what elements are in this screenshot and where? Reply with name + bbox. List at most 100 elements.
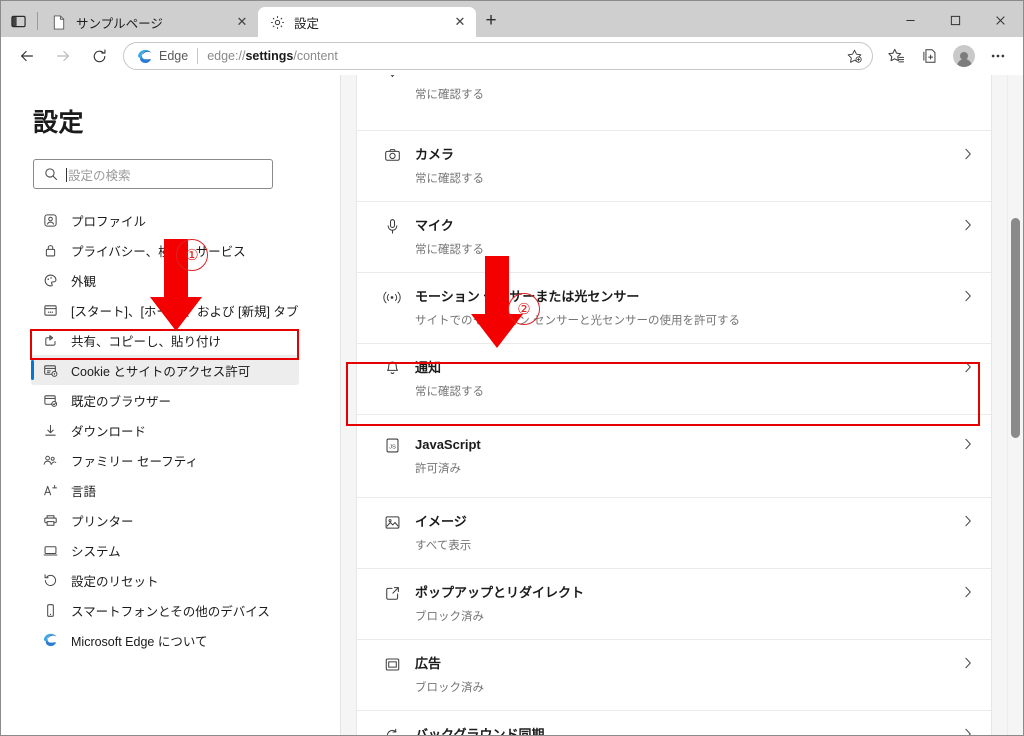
refresh-icon[interactable] <box>81 40 117 72</box>
permission-row-text: モーション センサーまたは光センサー サイトでのモーション センサーと光センサー… <box>405 287 961 329</box>
close-icon[interactable]: ✕ <box>450 12 470 32</box>
sidebar-item-family-safety[interactable]: ファミリー セーフティ <box>31 445 299 475</box>
permission-row-title: ポップアップとリダイレクト <box>415 585 585 600</box>
share-icon <box>39 330 61 350</box>
permission-row-motion-sensor[interactable]: モーション センサーまたは光センサー サイトでのモーション センサーと光センサー… <box>357 273 991 344</box>
edge-brand-label: Edge <box>159 49 189 63</box>
close-icon[interactable] <box>978 5 1023 35</box>
chevron-right-icon[interactable] <box>961 583 975 599</box>
sidebar-item-label: Microsoft Edge について <box>71 634 208 649</box>
url-text: edge://settings/content <box>207 49 842 63</box>
javascript-icon: JS <box>379 435 405 454</box>
close-icon[interactable]: ✕ <box>232 12 252 32</box>
chevron-right-icon[interactable] <box>961 358 975 374</box>
scrollbar-thumb[interactable] <box>1011 218 1020 438</box>
permission-row-title: 広告 <box>415 656 442 671</box>
settings-sidebar: 設定 設定の検索 プロファイル プライバシー、検索、サービス 外観 [スタート]… <box>1 75 341 735</box>
url-suffix: /content <box>293 49 338 63</box>
sidebar-item-system[interactable]: システム <box>31 535 299 565</box>
sidebar-item-label: 言語 <box>71 484 97 499</box>
chevron-right-icon[interactable] <box>961 435 975 451</box>
tab-sample-page[interactable]: サンプルページ ✕ <box>40 7 258 37</box>
gear-icon <box>268 13 286 31</box>
permission-row-status: ブロック済み <box>415 682 484 694</box>
maximize-icon[interactable] <box>933 5 978 35</box>
permission-row-location[interactable]: 常に確認する <box>357 75 991 131</box>
avatar <box>953 45 975 67</box>
permission-row-popups-redirects[interactable]: ポップアップとリダイレクト ブロック済み <box>357 569 991 640</box>
permission-row-microphone[interactable]: マイク 常に確認する <box>357 202 991 273</box>
new-tab-button[interactable]: + <box>476 7 506 35</box>
permission-row-title: カメラ <box>415 147 455 162</box>
permission-row-status: ブロック済み <box>415 611 484 623</box>
chevron-right-icon[interactable] <box>961 216 975 232</box>
permission-row-camera[interactable]: カメラ 常に確認する <box>357 131 991 202</box>
url-prefix: edge:// <box>207 49 246 63</box>
cookie-permissions-icon <box>39 360 61 380</box>
permission-row-status: すべて表示 <box>415 540 472 552</box>
forward-icon[interactable] <box>45 40 81 72</box>
tab-title: サンプルページ <box>76 16 163 31</box>
tab-settings[interactable]: 設定 ✕ <box>258 7 476 37</box>
collections-icon[interactable] <box>913 40 947 72</box>
permission-list: 常に確認する カメラ 常に確認する マイク 常に確認する モーション センサーま… <box>356 75 992 735</box>
search-placeholder: 設定の検索 <box>66 165 131 184</box>
sidebar-item-label: 設定のリセット <box>71 574 159 589</box>
image-icon <box>379 512 405 531</box>
vertical-scrollbar[interactable] <box>1007 75 1023 735</box>
permission-row-status: サイトでのモーション センサーと光センサーの使用を許可する <box>415 315 740 327</box>
window-icon <box>39 300 61 320</box>
language-icon <box>39 480 61 500</box>
permission-row-status: 許可済み <box>415 463 461 475</box>
minimize-icon[interactable] <box>888 5 933 35</box>
chevron-right-icon[interactable] <box>961 654 975 670</box>
chevron-right-icon[interactable] <box>961 287 975 303</box>
favorites-icon[interactable] <box>879 40 913 72</box>
sidebar-item-reset-settings[interactable]: 設定のリセット <box>31 565 299 595</box>
phone-icon <box>39 600 61 620</box>
permission-row-images[interactable]: イメージ すべて表示 <box>357 498 991 569</box>
edge-icon <box>39 630 61 650</box>
address-bar[interactable]: Edge edge://settings/content <box>123 42 873 70</box>
search-input[interactable]: 設定の検索 <box>33 159 273 189</box>
ads-icon <box>379 654 405 673</box>
tab-title: 設定 <box>294 16 320 31</box>
palette-icon <box>39 270 61 290</box>
sidebar-item-languages[interactable]: 言語 <box>31 475 299 505</box>
chevron-right-icon[interactable] <box>961 145 975 161</box>
chevron-right-icon[interactable] <box>961 725 975 735</box>
sync-icon <box>379 725 405 735</box>
sidebar-item-profile[interactable]: プロファイル <box>31 205 299 235</box>
tab-actions-button[interactable] <box>1 5 35 37</box>
sidebar-item-printers[interactable]: プリンター <box>31 505 299 535</box>
settings-and-more-icon[interactable] <box>981 40 1015 72</box>
sidebar-item-cookies-site-permissions[interactable]: Cookie とサイトのアクセス許可 <box>31 355 299 385</box>
page-icon <box>50 13 68 31</box>
sidebar-item-label: 既定のブラウザー <box>71 394 172 409</box>
sidebar-item-downloads[interactable]: ダウンロード <box>31 415 299 445</box>
permission-row-background-sync[interactable]: バックグラウンド同期 最近閉じたサイトでデータの送受信の完了を許可する <box>357 711 991 735</box>
back-icon[interactable] <box>9 40 45 72</box>
sidebar-item-share-copy-paste[interactable]: 共有、コピーし、貼り付け <box>31 325 299 355</box>
lock-icon <box>39 240 61 260</box>
sidebar-item-appearance[interactable]: 外観 <box>31 265 299 295</box>
motion-sensor-icon <box>379 287 405 306</box>
permission-row-javascript[interactable]: JS JavaScript 許可済み <box>357 415 991 498</box>
permission-row-notifications[interactable]: 通知 常に確認する <box>357 344 991 415</box>
sidebar-item-about-edge[interactable]: Microsoft Edge について <box>31 625 299 655</box>
sidebar-item-phone-other-devices[interactable]: スマートフォンとその他のデバイス <box>31 595 299 625</box>
sidebar-item-privacy[interactable]: プライバシー、検索、サービス <box>31 235 299 265</box>
permission-row-text: イメージ すべて表示 <box>405 512 961 554</box>
permissions-content: 常に確認する カメラ 常に確認する マイク 常に確認する モーション センサーま… <box>341 75 1023 735</box>
permission-row-ads[interactable]: 広告 ブロック済み <box>357 640 991 711</box>
bell-icon <box>379 358 405 377</box>
add-favorite-icon[interactable] <box>842 44 866 68</box>
sidebar-item-start-home-new-tab[interactable]: [スタート]、[ホーム]、および [新規] タブ <box>31 295 299 325</box>
sidebar-item-label: [スタート]、[ホーム]、および [新規] タブ <box>71 304 299 319</box>
search-icon <box>42 165 60 183</box>
sidebar-item-label: Cookie とサイトのアクセス許可 <box>71 364 251 379</box>
printer-icon <box>39 510 61 530</box>
sidebar-item-default-browser[interactable]: 既定のブラウザー <box>31 385 299 415</box>
profile-avatar[interactable] <box>947 40 981 72</box>
chevron-right-icon[interactable] <box>961 512 975 528</box>
